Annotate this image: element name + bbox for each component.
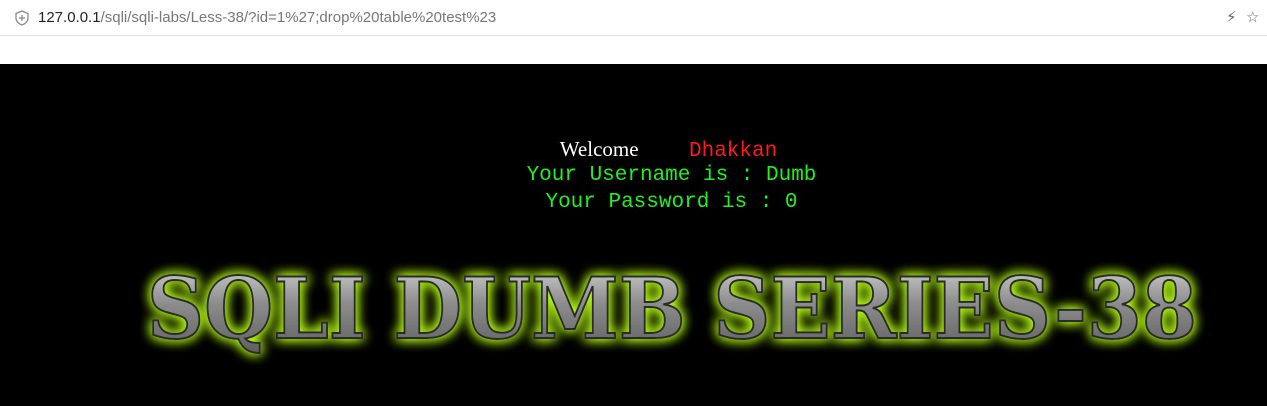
- star-icon[interactable]: ☆: [1246, 8, 1259, 26]
- welcome-label: Welcome: [559, 137, 639, 161]
- address-bar[interactable]: 127.0.0.1/sqli/sqli-labs/Less-38/?id=1%2…: [0, 0, 1267, 36]
- shield-icon[interactable]: [14, 10, 30, 26]
- url-path: /sqli/sqli-labs/Less-38/?id=1%27;drop%20…: [100, 9, 497, 26]
- url-host: 127.0.0.1: [38, 9, 101, 26]
- lightning-icon[interactable]: ⚡: [1226, 8, 1237, 26]
- page-content: Welcome Dhakkan Your Username is : Dumb …: [0, 64, 1267, 406]
- password-line: Your Password is : 0: [545, 191, 798, 214]
- welcome-line: Welcome Dhakkan: [35, 136, 1267, 165]
- url-text[interactable]: 127.0.0.1/sqli/sqli-labs/Less-38/?id=1%2…: [38, 9, 496, 27]
- banner-title: SQLI DUMB SERIES-38: [147, 260, 1197, 358]
- series-banner: SQLI DUMB SERIES-38: [146, 260, 1198, 359]
- welcome-name: Dhakkan: [688, 140, 778, 163]
- username-line: Your Username is : Dumb: [526, 164, 817, 187]
